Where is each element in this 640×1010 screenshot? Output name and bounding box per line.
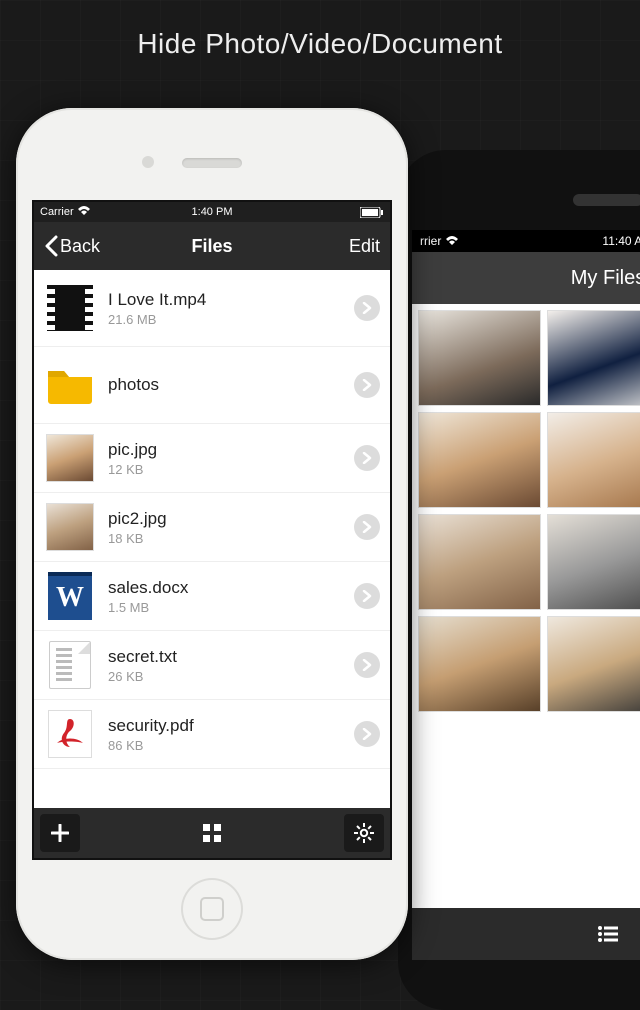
page-title: My Files xyxy=(571,267,640,290)
file-size: 26 KB xyxy=(108,669,340,684)
file-size: 21.6 MB xyxy=(108,312,340,327)
front-camera xyxy=(142,156,154,168)
list-item[interactable]: security.pdf 86 KB xyxy=(34,700,390,769)
clock: 1:40 PM xyxy=(192,206,233,218)
list-item[interactable]: W sales.docx 1.5 MB xyxy=(34,562,390,631)
file-list[interactable]: I Love It.mp4 21.6 MB photos xyxy=(34,270,390,808)
edit-button[interactable]: Edit xyxy=(349,236,380,257)
add-button[interactable] xyxy=(40,814,80,852)
file-size: 18 KB xyxy=(108,531,340,546)
phone-front: Carrier 1:40 PM Back Files Edit I xyxy=(16,108,408,960)
settings-button[interactable] xyxy=(344,814,384,852)
grid-thumb[interactable] xyxy=(547,412,640,508)
list-item[interactable]: pic.jpg 12 KB xyxy=(34,424,390,493)
file-name: pic2.jpg xyxy=(108,509,340,529)
grid-thumb[interactable] xyxy=(418,412,541,508)
folder-icon xyxy=(46,361,94,409)
grid-thumb[interactable] xyxy=(418,310,541,406)
chevron-right-icon[interactable] xyxy=(354,583,380,609)
file-name: sales.docx xyxy=(108,578,340,598)
file-size: 12 KB xyxy=(108,462,340,477)
nav-bar: My Files xyxy=(412,252,640,304)
bottom-toolbar xyxy=(412,908,640,960)
image-icon xyxy=(46,434,94,482)
image-icon xyxy=(46,503,94,551)
list-item[interactable]: secret.txt 26 KB xyxy=(34,631,390,700)
list-item[interactable]: photos xyxy=(34,347,390,424)
word-doc-icon: W xyxy=(46,572,94,620)
grid-view-button[interactable] xyxy=(192,814,232,852)
video-icon xyxy=(46,284,94,332)
list-item[interactable]: pic2.jpg 18 KB xyxy=(34,493,390,562)
chevron-right-icon[interactable] xyxy=(354,514,380,540)
file-name: I Love It.mp4 xyxy=(108,290,340,310)
clock: 11:40 AM xyxy=(602,234,640,248)
page-title: Files xyxy=(191,236,232,257)
speaker xyxy=(182,158,242,168)
chevron-right-icon[interactable] xyxy=(354,445,380,471)
nav-bar: Back Files Edit xyxy=(34,222,390,270)
back-button[interactable]: Back xyxy=(44,235,100,257)
list-view-button[interactable] xyxy=(588,915,628,953)
status-bar: rrier 11:40 AM xyxy=(412,230,640,252)
list-item[interactable]: I Love It.mp4 21.6 MB xyxy=(34,270,390,347)
grid-thumb[interactable] xyxy=(547,514,640,610)
photo-grid[interactable] xyxy=(412,304,640,908)
file-name: secret.txt xyxy=(108,647,340,667)
text-file-icon xyxy=(46,641,94,689)
phone-back: rrier 11:40 AM My Files xyxy=(398,150,640,1010)
speaker xyxy=(573,194,640,206)
pdf-icon xyxy=(46,710,94,758)
battery-icon xyxy=(360,207,384,218)
file-name: photos xyxy=(108,375,340,395)
file-size: 86 KB xyxy=(108,738,340,753)
chevron-right-icon[interactable] xyxy=(354,295,380,321)
file-size: 1.5 MB xyxy=(108,600,340,615)
carrier-label: Carrier xyxy=(40,206,91,218)
chevron-right-icon[interactable] xyxy=(354,372,380,398)
chevron-right-icon[interactable] xyxy=(354,652,380,678)
back-label: Back xyxy=(60,236,100,257)
promo-headline: Hide Photo/Video/Document xyxy=(0,0,640,60)
grid-thumb[interactable] xyxy=(418,616,541,712)
status-bar: Carrier 1:40 PM xyxy=(34,202,390,222)
file-name: pic.jpg xyxy=(108,440,340,460)
home-button[interactable] xyxy=(181,878,243,940)
grid-thumb[interactable] xyxy=(547,616,640,712)
carrier-label: rrier xyxy=(420,234,459,248)
grid-thumb[interactable] xyxy=(418,514,541,610)
chevron-right-icon[interactable] xyxy=(354,721,380,747)
bottom-toolbar xyxy=(34,808,390,858)
file-name: security.pdf xyxy=(108,716,340,736)
grid-thumb[interactable] xyxy=(547,310,640,406)
